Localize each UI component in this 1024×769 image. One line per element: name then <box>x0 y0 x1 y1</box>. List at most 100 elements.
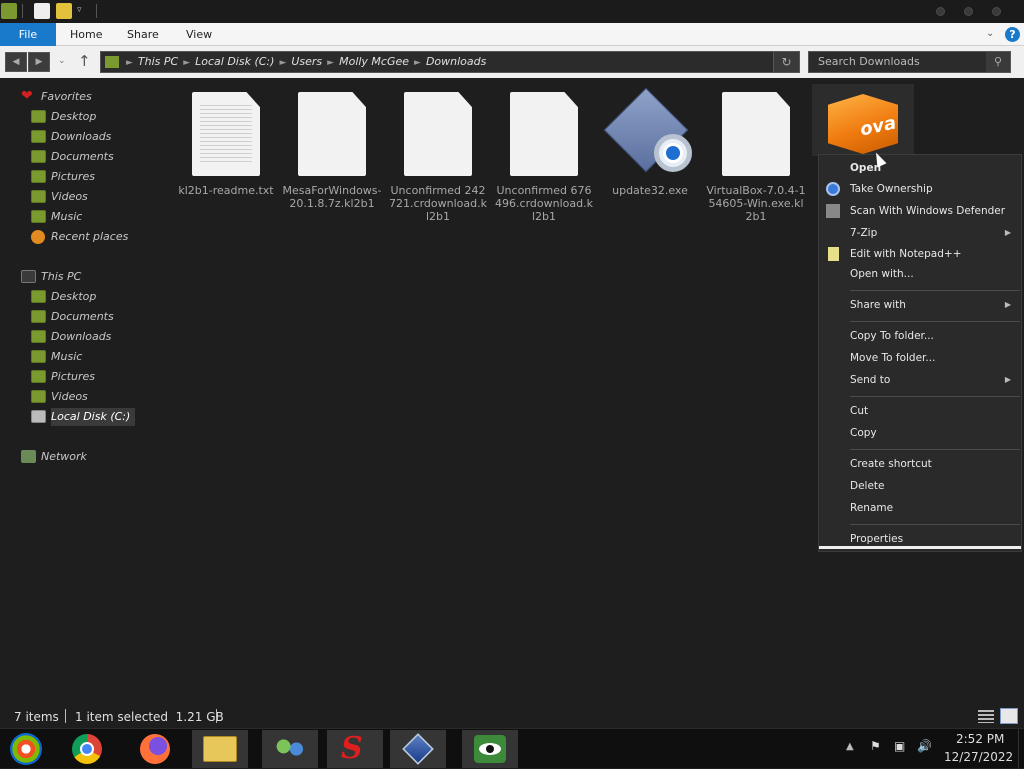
forward-button[interactable]: ▶ <box>28 52 50 72</box>
file-item[interactable]: kl2b1-readme.txt <box>176 92 276 197</box>
taskbar-virtualbox[interactable] <box>390 730 446 768</box>
menu-copy-to-folder[interactable]: Copy To folder... <box>819 326 1021 346</box>
sidebar-network[interactable]: Network <box>21 448 87 466</box>
ribbon-expand-icon[interactable]: ⌄ <box>986 28 994 39</box>
properties-quick-icon[interactable] <box>34 3 50 19</box>
volume-icon[interactable]: 🔊 <box>917 739 932 753</box>
blank-document-icon <box>404 92 472 176</box>
action-center-flag-icon[interactable]: ⚑ <box>870 739 881 753</box>
sidebar-item-pc-music[interactable]: Music <box>31 348 82 366</box>
menu-edit-notepad[interactable]: Edit with Notepad++ <box>819 244 1021 264</box>
file-explorer-icon <box>203 736 237 762</box>
menu-send-to[interactable]: Send to ▶ <box>819 370 1021 390</box>
file-item[interactable]: VirtualBox-7.0.4-154605-Win.exe.kl2b1 <box>706 92 806 223</box>
text-document-icon <box>192 92 260 176</box>
explorer-icon[interactable] <box>1 3 17 19</box>
search-input[interactable]: Search Downloads <box>808 51 1011 73</box>
sidebar-item-pc-downloads[interactable]: Downloads <box>31 328 111 346</box>
firefox-icon <box>140 734 170 764</box>
sidebar-this-pc[interactable]: This PC <box>21 268 81 286</box>
file-name: VirtualBox-7.0.4-154605-Win.exe.kl2b1 <box>706 184 806 223</box>
show-hidden-icons[interactable]: ▲ <box>846 741 854 752</box>
breadcrumb-local-disk[interactable]: Local Disk (C:) <box>195 52 274 72</box>
eye-icon <box>474 735 506 763</box>
network-tray-icon[interactable]: ▣ <box>894 739 905 753</box>
menu-open-with[interactable]: Open with... <box>819 264 1021 284</box>
menu-scan-defender[interactable]: Scan With Windows Defender <box>819 201 1021 221</box>
search-icon[interactable]: ⚲ <box>986 52 1010 72</box>
quick-access-dropdown-icon[interactable]: ▿ <box>77 5 82 15</box>
sidebar-favorites[interactable]: ❤ Favorites <box>21 88 92 106</box>
close-button[interactable] <box>992 7 1001 16</box>
folder-icon <box>31 130 46 143</box>
menu-create-shortcut[interactable]: Create shortcut <box>819 454 1021 474</box>
menu-take-ownership[interactable]: Take Ownership <box>819 179 1021 199</box>
sidebar-item-pc-desktop[interactable]: Desktop <box>31 288 96 306</box>
taskbar-file-explorer[interactable] <box>192 730 248 768</box>
folder-icon <box>31 290 46 303</box>
tab-share[interactable]: Share <box>113 23 173 46</box>
breadcrumb-this-pc[interactable]: This PC <box>138 52 178 72</box>
menu-move-to-folder[interactable]: Move To folder... <box>819 348 1021 368</box>
help-icon[interactable]: ? <box>1005 27 1020 42</box>
sidebar-item-desktop[interactable]: Desktop <box>31 108 96 126</box>
new-folder-quick-icon[interactable] <box>56 3 72 19</box>
maximize-button[interactable] <box>964 7 973 16</box>
notepad-icon <box>828 247 839 261</box>
dropdown-history-icon[interactable]: ⌄ <box>58 56 66 66</box>
start-button[interactable] <box>0 730 56 768</box>
menu-rename[interactable]: Rename <box>819 498 1021 518</box>
menu-properties[interactable]: Properties <box>819 529 1021 549</box>
sidebar-item-local-disk[interactable]: Local Disk (C:) <box>31 408 135 426</box>
tab-home[interactable]: Home <box>56 23 116 46</box>
menu-copy[interactable]: Copy <box>819 423 1021 443</box>
refresh-button[interactable]: ↻ <box>773 52 799 72</box>
status-bar: 7 items 1 item selected 1.21 GB <box>0 706 1024 728</box>
tab-view[interactable]: View <box>172 23 226 46</box>
file-item-selected[interactable]: ova <box>812 84 914 156</box>
file-name: update32.exe <box>612 184 688 197</box>
sidebar-item-pictures[interactable]: Pictures <box>31 168 95 186</box>
tab-file[interactable]: File <box>0 23 56 46</box>
menu-7zip[interactable]: 7-Zip ▶ <box>819 223 1021 243</box>
file-item[interactable]: Unconfirmed 242721.crdownload.kl2b1 <box>388 92 488 223</box>
up-arrow-icon[interactable]: ↑ <box>78 52 91 70</box>
menu-share-with[interactable]: Share with ▶ <box>819 295 1021 315</box>
show-desktop-button[interactable] <box>1018 729 1024 769</box>
gear-icon <box>826 182 840 196</box>
breadcrumb-molly-mcgee[interactable]: Molly McGee <box>339 52 409 72</box>
file-item[interactable]: Unconfirmed 676496.crdownload.kl2b1 <box>494 92 594 223</box>
sidebar-item-pc-documents[interactable]: Documents <box>31 308 114 326</box>
file-item[interactable]: update32.exe <box>600 87 700 197</box>
details-view-icon[interactable] <box>978 710 994 723</box>
red-s-icon: S <box>341 731 363 766</box>
sidebar-item-videos[interactable]: Videos <box>31 188 88 206</box>
address-bar[interactable]: ► This PC ► Local Disk (C:) ► Users ► Molly McG… <box>100 51 800 73</box>
taskbar-chrome[interactable] <box>60 730 116 768</box>
taskbar-network-app[interactable] <box>262 730 318 768</box>
sidebar-item-music[interactable]: Music <box>31 208 82 226</box>
menu-cut[interactable]: Cut <box>819 401 1021 421</box>
sidebar-item-downloads[interactable]: Downloads <box>31 128 111 146</box>
file-item[interactable]: MesaForWindows-20.1.8.7z.kl2b1 <box>282 92 382 210</box>
sidebar-item-recent-places[interactable]: Recent places <box>31 228 128 246</box>
breadcrumb-users[interactable]: Users <box>291 52 322 72</box>
network-icon <box>21 450 36 463</box>
blank-document-icon <box>298 92 366 176</box>
large-icons-view-icon[interactable] <box>1000 708 1018 724</box>
minimize-button[interactable] <box>936 7 945 16</box>
sidebar-item-pc-pictures[interactable]: Pictures <box>31 368 95 386</box>
breadcrumb-downloads[interactable]: Downloads <box>426 52 486 72</box>
clock-date[interactable]: 12/27/2022 <box>944 750 1013 764</box>
clock-time[interactable]: 2:52 PM <box>956 732 1004 746</box>
sidebar-item-pc-videos[interactable]: Videos <box>31 388 88 406</box>
taskbar: S ▲ ⚑ ▣ 🔊 2:52 PM 12/27/2022 <box>0 728 1024 769</box>
back-button[interactable]: ◀ <box>5 52 27 72</box>
menu-open[interactable]: Open <box>819 158 1021 178</box>
sidebar-item-documents[interactable]: Documents <box>31 148 114 166</box>
taskbar-eye-app[interactable] <box>462 730 518 768</box>
taskbar-firefox[interactable] <box>128 730 184 768</box>
blank-document-icon <box>722 92 790 176</box>
menu-delete[interactable]: Delete <box>819 476 1021 496</box>
taskbar-s-app[interactable]: S <box>327 730 383 768</box>
